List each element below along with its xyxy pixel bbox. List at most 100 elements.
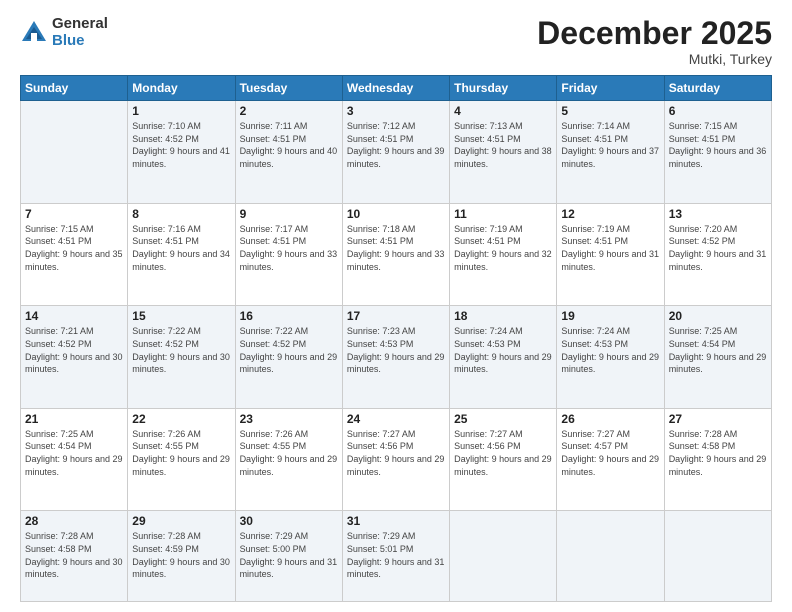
day-number: 9 — [240, 207, 338, 221]
table-row: 21 Sunrise: 7:25 AMSunset: 4:54 PMDaylig… — [21, 408, 128, 511]
page: General Blue December 2025 Mutki, Turkey… — [0, 0, 792, 612]
table-row: 31 Sunrise: 7:29 AMSunset: 5:01 PMDaylig… — [342, 511, 449, 602]
day-info: Sunrise: 7:15 AMSunset: 4:51 PMDaylight:… — [25, 224, 123, 272]
calendar-row: 7 Sunrise: 7:15 AMSunset: 4:51 PMDayligh… — [21, 203, 772, 306]
day-number: 16 — [240, 309, 338, 323]
day-info: Sunrise: 7:28 AMSunset: 4:58 PMDaylight:… — [669, 429, 767, 477]
table-row: 22 Sunrise: 7:26 AMSunset: 4:55 PMDaylig… — [128, 408, 235, 511]
table-row: 28 Sunrise: 7:28 AMSunset: 4:58 PMDaylig… — [21, 511, 128, 602]
day-info: Sunrise: 7:19 AMSunset: 4:51 PMDaylight:… — [561, 224, 659, 272]
day-info: Sunrise: 7:19 AMSunset: 4:51 PMDaylight:… — [454, 224, 552, 272]
day-info: Sunrise: 7:26 AMSunset: 4:55 PMDaylight:… — [132, 429, 230, 477]
table-row: 13 Sunrise: 7:20 AMSunset: 4:52 PMDaylig… — [664, 203, 771, 306]
day-number: 11 — [454, 207, 552, 221]
table-row — [21, 101, 128, 204]
day-number: 10 — [347, 207, 445, 221]
table-row: 27 Sunrise: 7:28 AMSunset: 4:58 PMDaylig… — [664, 408, 771, 511]
col-tuesday: Tuesday — [235, 76, 342, 101]
day-info: Sunrise: 7:21 AMSunset: 4:52 PMDaylight:… — [25, 326, 123, 374]
calendar-header-row: Sunday Monday Tuesday Wednesday Thursday… — [21, 76, 772, 101]
table-row: 1 Sunrise: 7:10 AMSunset: 4:52 PMDayligh… — [128, 101, 235, 204]
table-row: 12 Sunrise: 7:19 AMSunset: 4:51 PMDaylig… — [557, 203, 664, 306]
table-row: 9 Sunrise: 7:17 AMSunset: 4:51 PMDayligh… — [235, 203, 342, 306]
month-title: December 2025 — [537, 16, 772, 51]
table-row: 7 Sunrise: 7:15 AMSunset: 4:51 PMDayligh… — [21, 203, 128, 306]
day-number: 2 — [240, 104, 338, 118]
location: Mutki, Turkey — [537, 51, 772, 67]
table-row: 30 Sunrise: 7:29 AMSunset: 5:00 PMDaylig… — [235, 511, 342, 602]
day-number: 13 — [669, 207, 767, 221]
day-info: Sunrise: 7:25 AMSunset: 4:54 PMDaylight:… — [669, 326, 767, 374]
table-row: 23 Sunrise: 7:26 AMSunset: 4:55 PMDaylig… — [235, 408, 342, 511]
day-info: Sunrise: 7:24 AMSunset: 4:53 PMDaylight:… — [454, 326, 552, 374]
logo-blue-text: Blue — [52, 33, 108, 50]
day-info: Sunrise: 7:22 AMSunset: 4:52 PMDaylight:… — [132, 326, 230, 374]
table-row: 10 Sunrise: 7:18 AMSunset: 4:51 PMDaylig… — [342, 203, 449, 306]
table-row — [557, 511, 664, 602]
table-row: 4 Sunrise: 7:13 AMSunset: 4:51 PMDayligh… — [450, 101, 557, 204]
table-row: 3 Sunrise: 7:12 AMSunset: 4:51 PMDayligh… — [342, 101, 449, 204]
day-info: Sunrise: 7:17 AMSunset: 4:51 PMDaylight:… — [240, 224, 338, 272]
calendar-table: Sunday Monday Tuesday Wednesday Thursday… — [20, 75, 772, 602]
table-row: 5 Sunrise: 7:14 AMSunset: 4:51 PMDayligh… — [557, 101, 664, 204]
day-info: Sunrise: 7:25 AMSunset: 4:54 PMDaylight:… — [25, 429, 123, 477]
day-info: Sunrise: 7:22 AMSunset: 4:52 PMDaylight:… — [240, 326, 338, 374]
table-row: 8 Sunrise: 7:16 AMSunset: 4:51 PMDayligh… — [128, 203, 235, 306]
day-info: Sunrise: 7:14 AMSunset: 4:51 PMDaylight:… — [561, 121, 659, 169]
day-info: Sunrise: 7:29 AMSunset: 5:01 PMDaylight:… — [347, 531, 445, 579]
day-number: 19 — [561, 309, 659, 323]
calendar-row: 28 Sunrise: 7:28 AMSunset: 4:58 PMDaylig… — [21, 511, 772, 602]
day-number: 4 — [454, 104, 552, 118]
col-monday: Monday — [128, 76, 235, 101]
day-number: 21 — [25, 412, 123, 426]
col-friday: Friday — [557, 76, 664, 101]
table-row — [664, 511, 771, 602]
table-row: 18 Sunrise: 7:24 AMSunset: 4:53 PMDaylig… — [450, 306, 557, 409]
col-wednesday: Wednesday — [342, 76, 449, 101]
table-row: 26 Sunrise: 7:27 AMSunset: 4:57 PMDaylig… — [557, 408, 664, 511]
table-row: 25 Sunrise: 7:27 AMSunset: 4:56 PMDaylig… — [450, 408, 557, 511]
logo-icon — [20, 19, 48, 47]
day-info: Sunrise: 7:18 AMSunset: 4:51 PMDaylight:… — [347, 224, 445, 272]
table-row: 17 Sunrise: 7:23 AMSunset: 4:53 PMDaylig… — [342, 306, 449, 409]
day-number: 17 — [347, 309, 445, 323]
day-number: 22 — [132, 412, 230, 426]
calendar-row: 1 Sunrise: 7:10 AMSunset: 4:52 PMDayligh… — [21, 101, 772, 204]
table-row: 6 Sunrise: 7:15 AMSunset: 4:51 PMDayligh… — [664, 101, 771, 204]
day-info: Sunrise: 7:28 AMSunset: 4:58 PMDaylight:… — [25, 531, 123, 579]
day-info: Sunrise: 7:15 AMSunset: 4:51 PMDaylight:… — [669, 121, 767, 169]
day-number: 5 — [561, 104, 659, 118]
day-number: 25 — [454, 412, 552, 426]
table-row: 2 Sunrise: 7:11 AMSunset: 4:51 PMDayligh… — [235, 101, 342, 204]
day-number: 24 — [347, 412, 445, 426]
calendar-row: 14 Sunrise: 7:21 AMSunset: 4:52 PMDaylig… — [21, 306, 772, 409]
table-row — [450, 511, 557, 602]
col-sunday: Sunday — [21, 76, 128, 101]
day-info: Sunrise: 7:11 AMSunset: 4:51 PMDaylight:… — [240, 121, 338, 169]
day-number: 1 — [132, 104, 230, 118]
table-row: 20 Sunrise: 7:25 AMSunset: 4:54 PMDaylig… — [664, 306, 771, 409]
day-number: 7 — [25, 207, 123, 221]
logo-general-text: General — [52, 16, 108, 33]
col-thursday: Thursday — [450, 76, 557, 101]
table-row: 16 Sunrise: 7:22 AMSunset: 4:52 PMDaylig… — [235, 306, 342, 409]
calendar-row: 21 Sunrise: 7:25 AMSunset: 4:54 PMDaylig… — [21, 408, 772, 511]
day-number: 26 — [561, 412, 659, 426]
day-number: 14 — [25, 309, 123, 323]
day-info: Sunrise: 7:12 AMSunset: 4:51 PMDaylight:… — [347, 121, 445, 169]
day-info: Sunrise: 7:28 AMSunset: 4:59 PMDaylight:… — [132, 531, 230, 579]
day-number: 12 — [561, 207, 659, 221]
table-row: 15 Sunrise: 7:22 AMSunset: 4:52 PMDaylig… — [128, 306, 235, 409]
day-number: 28 — [25, 514, 123, 528]
table-row: 11 Sunrise: 7:19 AMSunset: 4:51 PMDaylig… — [450, 203, 557, 306]
col-saturday: Saturday — [664, 76, 771, 101]
day-number: 23 — [240, 412, 338, 426]
day-number: 31 — [347, 514, 445, 528]
day-info: Sunrise: 7:27 AMSunset: 4:56 PMDaylight:… — [347, 429, 445, 477]
day-number: 29 — [132, 514, 230, 528]
day-info: Sunrise: 7:10 AMSunset: 4:52 PMDaylight:… — [132, 121, 230, 169]
day-info: Sunrise: 7:26 AMSunset: 4:55 PMDaylight:… — [240, 429, 338, 477]
day-number: 15 — [132, 309, 230, 323]
day-info: Sunrise: 7:27 AMSunset: 4:56 PMDaylight:… — [454, 429, 552, 477]
day-number: 30 — [240, 514, 338, 528]
